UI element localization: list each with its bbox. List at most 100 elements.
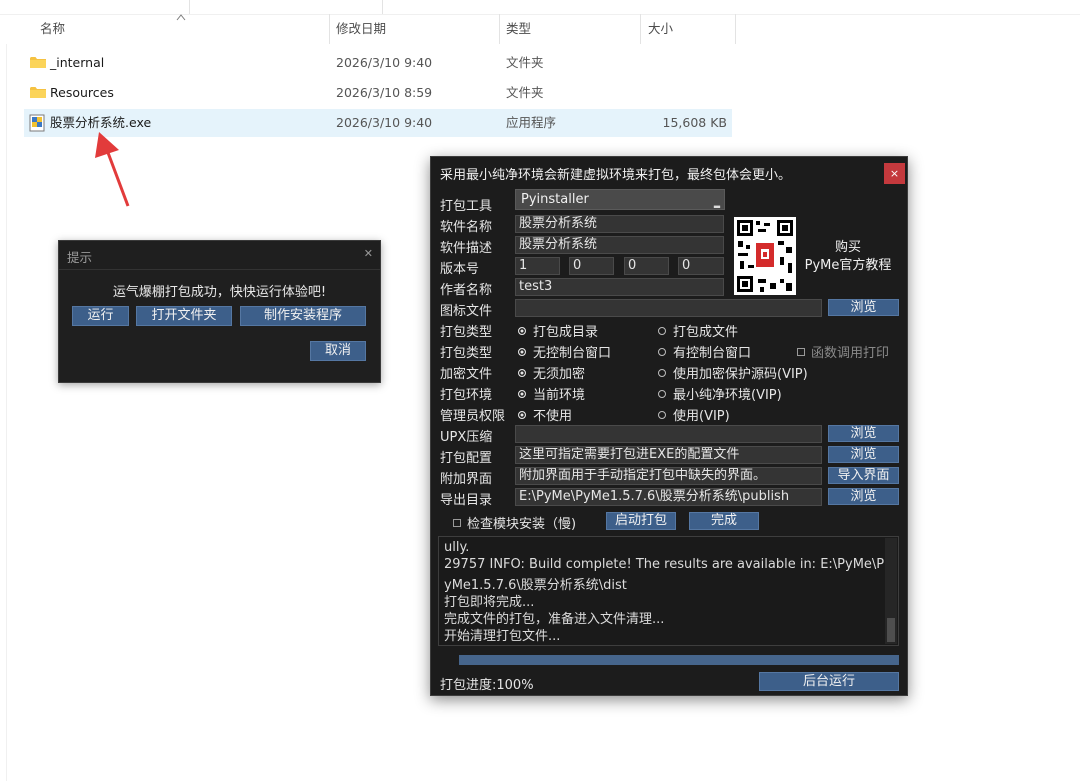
checkbox-icon [797, 348, 805, 356]
radio-no-encrypt[interactable]: 无须加密 [518, 363, 585, 382]
explorer-top-strip [0, 0, 1080, 15]
browse-upx-button[interactable]: 浏览 [828, 425, 899, 442]
buy-tutorial-link[interactable]: 购买 PyMe官方教程 [803, 239, 893, 275]
column-header-name[interactable]: 名称 [40, 14, 65, 44]
radio-file[interactable]: 打包成文件 [658, 321, 738, 340]
open-folder-button[interactable]: 打开文件夹 [136, 306, 232, 326]
progress-fill [459, 655, 899, 665]
radio-no-admin[interactable]: 不使用 [518, 405, 572, 424]
label-name: 软件名称 [440, 220, 493, 235]
column-divider[interactable] [329, 14, 330, 44]
radio-current-env[interactable]: 当前环境 [518, 384, 585, 403]
window-title: 采用最小纯净环境会新建虚拟环境来打包，最终包体会更小。 [440, 168, 792, 183]
log-scrollbar[interactable] [885, 538, 897, 644]
radio-admin[interactable]: 使用(VIP) [658, 405, 730, 424]
upx-field[interactable] [515, 425, 822, 443]
radio-label: 打包成目录 [533, 325, 599, 340]
radio-encrypt[interactable]: 使用加密保护源码(VIP) [658, 363, 808, 382]
browse-icon-button[interactable]: 浏览 [828, 299, 899, 316]
label-type1: 打包类型 [440, 325, 493, 340]
column-divider [382, 0, 383, 14]
done-button[interactable]: 完成 [689, 512, 759, 530]
file-row[interactable]: _internal 2026/3/10 9:40 文件夹 [24, 49, 732, 77]
hint-dialog: 提示 ✕ 运气爆棚打包成功，快快运行体验吧! 运行 打开文件夹 制作安装程序 取… [58, 240, 381, 383]
radio-label: 不使用 [533, 409, 573, 424]
cancel-button[interactable]: 取消 [310, 341, 366, 361]
file-type: 应用程序 [506, 115, 557, 130]
qr-code-icon [734, 217, 796, 295]
hint-title: 提示 [67, 250, 93, 265]
close-icon[interactable]: × [884, 163, 905, 184]
label-desc: 软件描述 [440, 241, 493, 256]
checkbox-check-modules[interactable]: 检查模块安装（慢) [453, 513, 576, 532]
import-ui-button[interactable]: 导入界面 [828, 467, 899, 484]
name-field[interactable]: 股票分析系统 [515, 215, 724, 233]
author-field[interactable]: test3 [515, 278, 724, 296]
checkbox-func-print[interactable]: 函数调用打印 [797, 342, 889, 361]
start-pack-button[interactable]: 启动打包 [606, 512, 676, 530]
chevron-down-icon: ▂ [713, 199, 720, 208]
radio-checked-icon [518, 348, 526, 356]
file-type: 文件夹 [506, 55, 544, 70]
log-line: ully. [444, 540, 470, 555]
file-modified: 2026/3/10 9:40 [336, 115, 433, 130]
checkbox-label: 函数调用打印 [811, 346, 890, 361]
version-minor-field[interactable]: 0 [569, 257, 614, 275]
run-button[interactable]: 运行 [72, 306, 129, 326]
tool-select-value: Pyinstaller [521, 192, 589, 207]
file-size: 15,608 KB [662, 115, 727, 130]
column-divider[interactable] [735, 14, 736, 44]
progress-bar [459, 655, 899, 665]
log-line: 29757 INFO: Build complete! The results … [444, 557, 885, 572]
hint-message: 运气爆棚打包成功，快快运行体验吧! [112, 285, 327, 300]
radio-checked-icon [518, 411, 526, 419]
browse-config-button[interactable]: 浏览 [828, 446, 899, 463]
background-run-button[interactable]: 后台运行 [759, 672, 899, 691]
radio-label: 打包成文件 [673, 325, 739, 340]
build-log[interactable]: ully. 29757 INFO: Build complete! The re… [438, 536, 899, 646]
radio-no-console[interactable]: 无控制台窗口 [518, 342, 611, 361]
column-header-modified[interactable]: 修改日期 [336, 14, 386, 44]
column-divider[interactable] [499, 14, 500, 44]
label-version: 版本号 [440, 262, 480, 277]
config-field[interactable]: 这里可指定需要打包进EXE的配置文件 [515, 446, 822, 464]
folder-icon [30, 57, 46, 68]
version-patch-field[interactable]: 0 [624, 257, 669, 275]
annotation-arrow-icon [95, 132, 130, 207]
column-divider[interactable] [640, 14, 641, 44]
progress-text: 打包进度:100% [440, 678, 534, 693]
close-icon[interactable]: ✕ [364, 247, 373, 260]
radio-label: 当前环境 [533, 388, 586, 403]
label-author: 作者名称 [440, 283, 493, 298]
file-row[interactable]: Resources 2026/3/10 8:59 文件夹 [24, 79, 732, 107]
label-extra: 附加界面 [440, 472, 493, 487]
exe-icon [29, 114, 45, 132]
divider [59, 269, 380, 270]
column-header-size[interactable]: 大小 [648, 14, 673, 44]
radio-min-env[interactable]: 最小纯净环境(VIP) [658, 384, 782, 403]
radio-label: 无须加密 [533, 367, 586, 382]
tool-select[interactable]: Pyinstaller ▂ [515, 189, 725, 210]
radio-label: 无控制台窗口 [533, 346, 612, 361]
make-installer-button[interactable]: 制作安装程序 [240, 306, 366, 326]
column-divider [189, 0, 190, 14]
icon-file-field[interactable] [515, 299, 822, 317]
version-major-field[interactable]: 1 [515, 257, 560, 275]
column-header-type[interactable]: 类型 [506, 14, 531, 44]
buy-line2: PyMe官方教程 [804, 258, 892, 273]
radio-checked-icon [518, 327, 526, 335]
scrollbar-thumb[interactable] [887, 618, 895, 642]
radio-unchecked-icon [658, 390, 666, 398]
version-build-field[interactable]: 0 [678, 257, 724, 275]
buy-line1: 购买 [834, 240, 861, 255]
output-dir-field[interactable]: E:\PyMe\PyMe1.5.7.6\股票分析系统\publish [515, 488, 822, 506]
radio-console[interactable]: 有控制台窗口 [658, 342, 751, 361]
radio-unchecked-icon [658, 369, 666, 377]
label-upx: UPX压缩 [440, 430, 493, 445]
file-name: _internal [50, 55, 105, 70]
browse-output-button[interactable]: 浏览 [828, 488, 899, 505]
extra-ui-field[interactable]: 附加界面用于手动指定打包中缺失的界面。 [515, 467, 822, 485]
desc-field[interactable]: 股票分析系统 [515, 236, 724, 254]
radio-dir[interactable]: 打包成目录 [518, 321, 598, 340]
folder-icon [30, 87, 46, 98]
